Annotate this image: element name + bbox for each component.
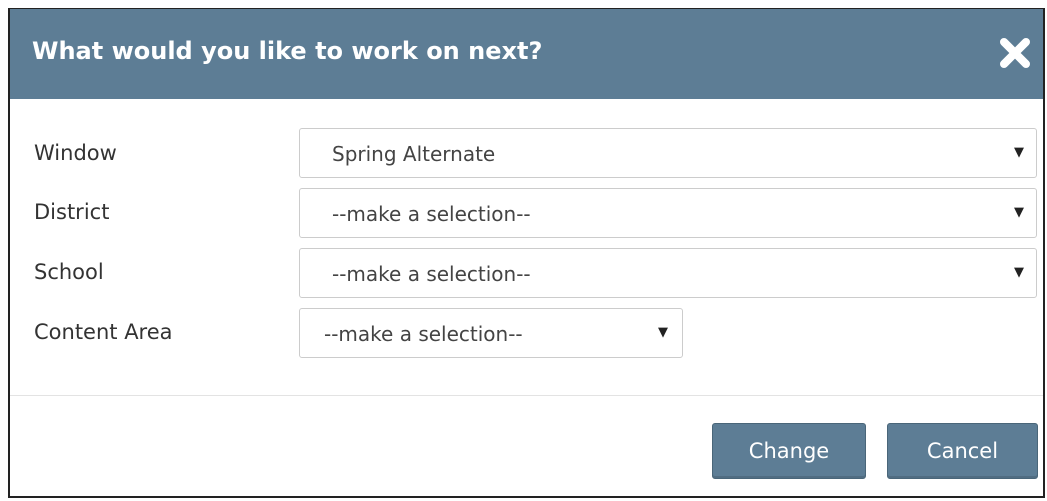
dialog-header: What would you like to work on next? xyxy=(10,9,1043,99)
dialog-title: What would you like to work on next? xyxy=(32,37,543,65)
district-select-value: --make a selection-- xyxy=(332,202,531,226)
window-select-value: Spring Alternate xyxy=(332,142,496,166)
window-label: Window xyxy=(34,141,117,165)
chevron-down-icon: ▼ xyxy=(1014,145,1024,160)
school-select[interactable]: --make a selection-- ▼ xyxy=(299,248,1037,298)
chevron-down-icon: ▼ xyxy=(1014,265,1024,280)
cancel-button[interactable]: Cancel xyxy=(887,423,1038,479)
content-area-label: Content Area xyxy=(34,320,173,344)
school-label: School xyxy=(34,260,104,284)
footer-divider xyxy=(10,395,1043,396)
change-button[interactable]: Change xyxy=(712,423,866,479)
district-label: District xyxy=(34,200,110,224)
modal-dialog: What would you like to work on next? Win… xyxy=(8,8,1045,498)
chevron-down-icon: ▼ xyxy=(1014,205,1024,220)
content-area-select[interactable]: --make a selection-- ▼ xyxy=(299,308,683,358)
district-select[interactable]: --make a selection-- ▼ xyxy=(299,188,1037,238)
school-select-value: --make a selection-- xyxy=(332,262,531,286)
window-select[interactable]: Spring Alternate ▼ xyxy=(299,128,1037,178)
close-icon[interactable] xyxy=(995,33,1035,73)
content-area-select-value: --make a selection-- xyxy=(324,322,523,346)
chevron-down-icon: ▼ xyxy=(658,325,668,340)
